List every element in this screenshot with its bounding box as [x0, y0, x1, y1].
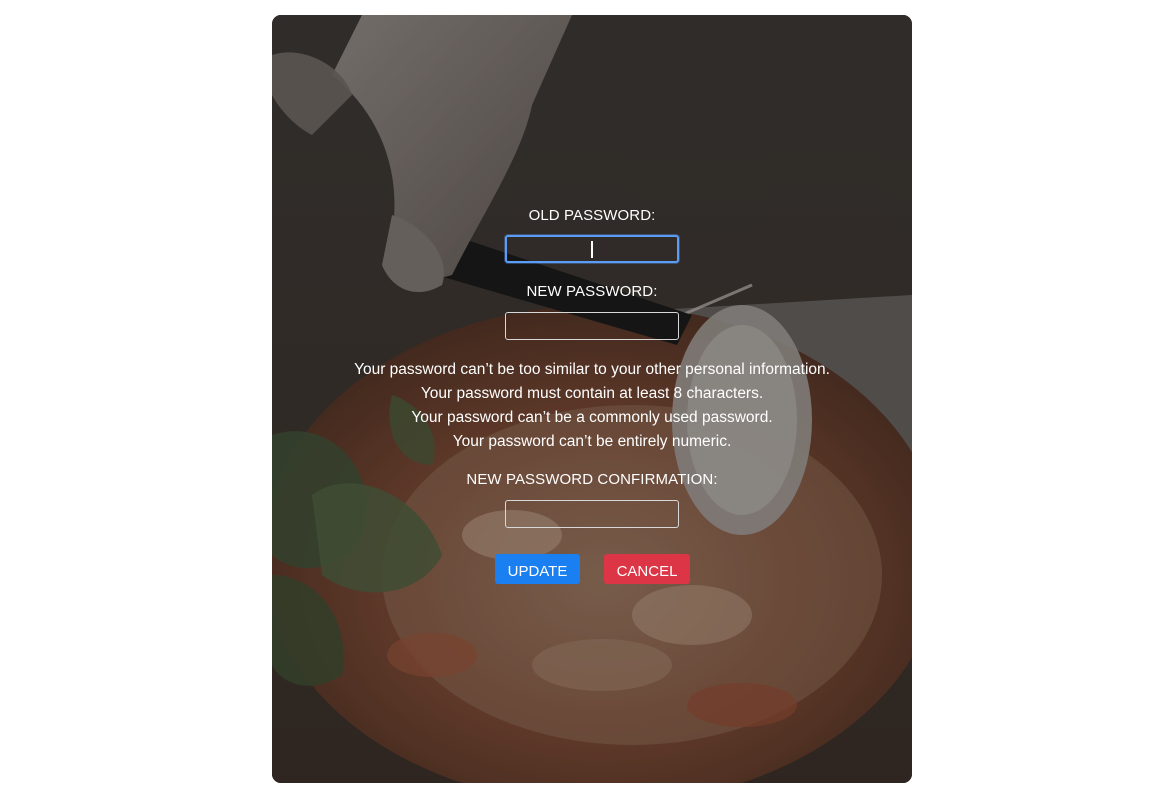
- text-cursor: [591, 241, 593, 258]
- update-button[interactable]: UPDATE: [495, 554, 580, 584]
- password-confirmation-input[interactable]: [505, 500, 679, 528]
- help-text-similarity: Your password can’t be too similar to yo…: [354, 361, 830, 378]
- help-text-numeric: Your password can’t be entirely numeric.: [452, 433, 732, 450]
- old-password-label: OLD PASSWORD:: [528, 207, 656, 224]
- cancel-button[interactable]: CANCEL: [604, 554, 690, 584]
- confirmation-label: NEW PASSWORD CONFIRMATION:: [466, 471, 718, 488]
- help-text-length: Your password must contain at least 8 ch…: [420, 385, 764, 402]
- password-help-list: Your password can’t be too similar to yo…: [272, 358, 912, 454]
- password-change-card: OLD PASSWORD: NEW PASSWORD: Your passwor…: [272, 15, 912, 783]
- help-text-common: Your password can’t be a commonly used p…: [411, 409, 773, 426]
- password-change-form: OLD PASSWORD: NEW PASSWORD: Your passwor…: [272, 15, 912, 783]
- new-password-input[interactable]: [505, 312, 679, 340]
- new-password-label: NEW PASSWORD:: [526, 283, 658, 300]
